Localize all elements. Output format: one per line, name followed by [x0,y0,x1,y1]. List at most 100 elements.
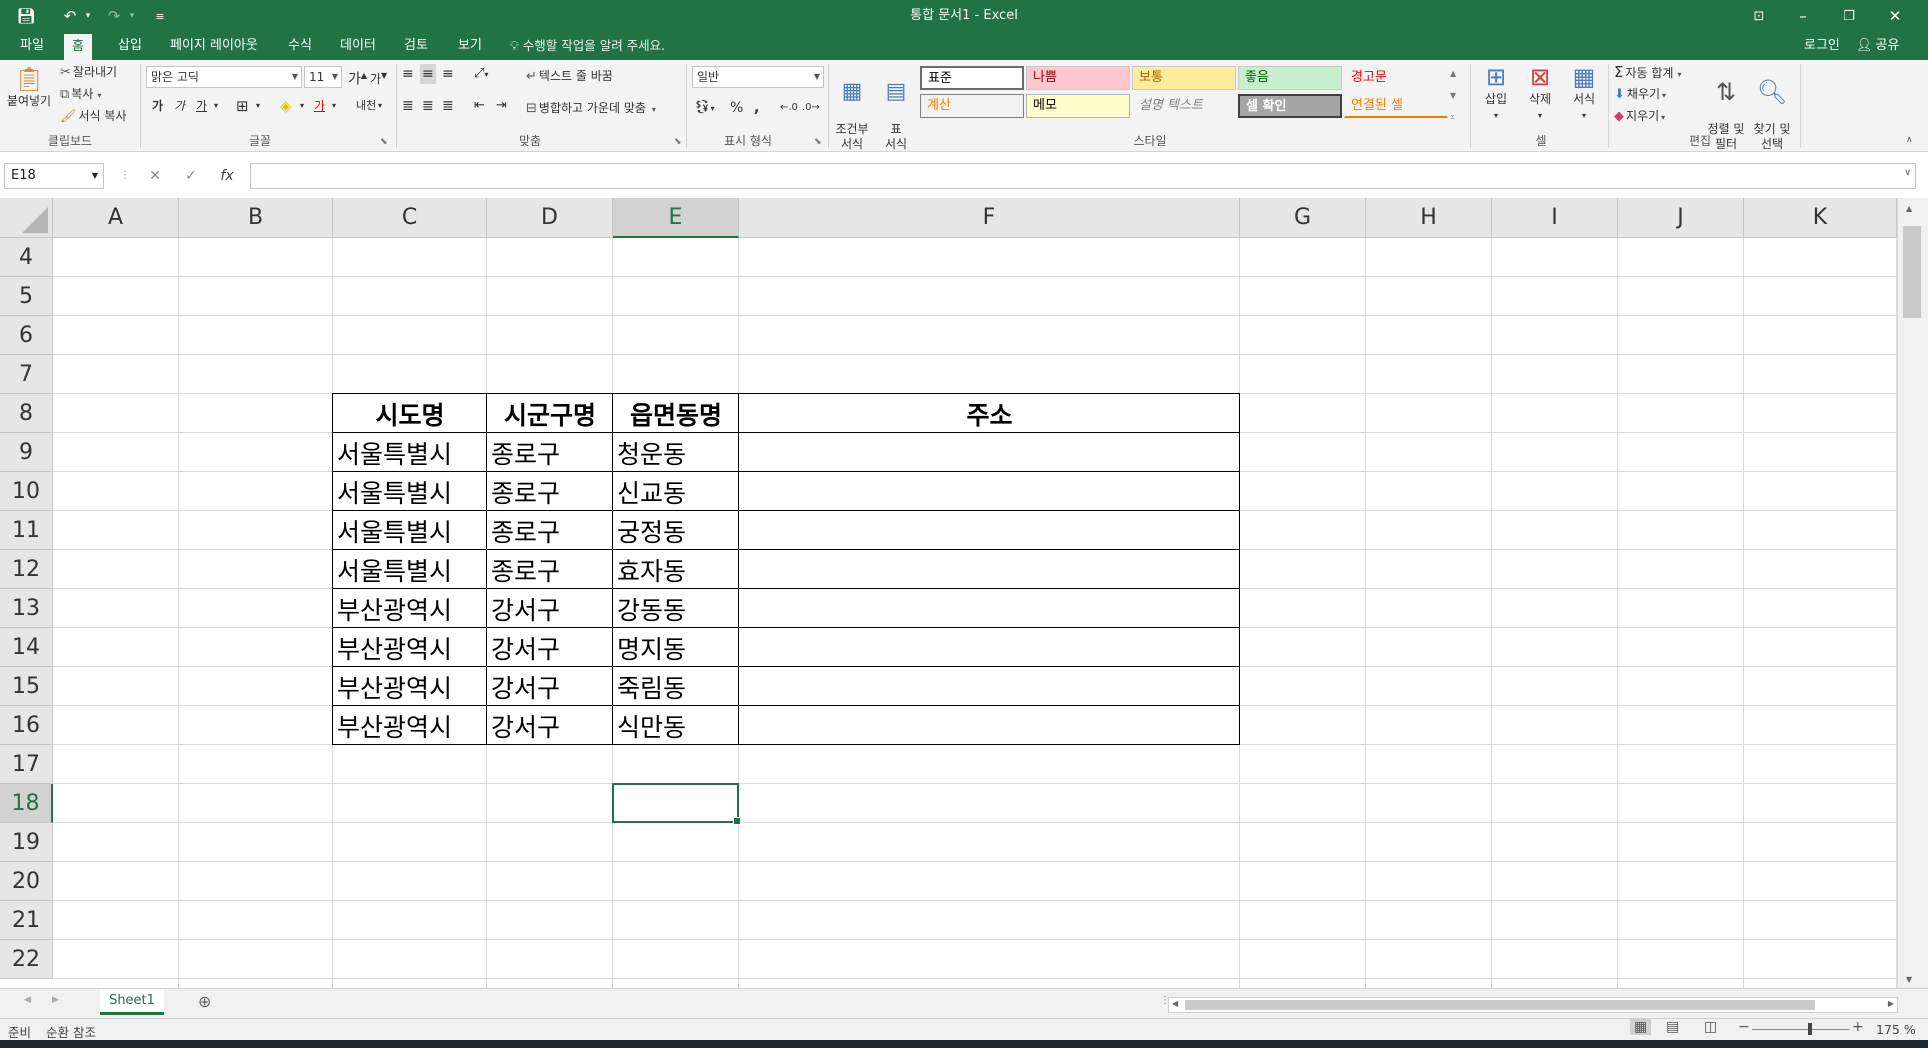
table-cell[interactable]: 종로구 [487,550,613,589]
align-top-icon[interactable]: ≡ [402,64,414,84]
row-header-11[interactable]: 11 [0,511,53,550]
tab-home[interactable]: 홈 [64,34,92,60]
row-header-4[interactable]: 4 [0,238,53,277]
table-header-cell[interactable]: 주소 [739,394,1240,433]
ribbon-display-icon[interactable]: ⊡ [1736,0,1782,32]
table-cell[interactable]: 부산광역시 [333,628,487,667]
column-header-e[interactable]: E [613,198,739,238]
table-cell[interactable]: 명지동 [613,628,739,667]
style-cell[interactable]: 계산 [920,94,1024,118]
underline-button[interactable]: 가 [196,96,207,116]
horizontal-scroll-thumb[interactable] [1185,1000,1815,1010]
dialog-launcher-icon[interactable]: ⬊ [814,132,822,152]
enter-icon[interactable]: ✓ [176,163,206,189]
grow-font-button[interactable]: 가▲ [348,66,367,88]
table-cell[interactable]: 강서구 [487,628,613,667]
autosum-button[interactable]: Σ 자동 합계 ▾ [1614,62,1683,82]
font-size-combo[interactable]: 11 ▼ [304,66,342,88]
table-cell[interactable] [739,550,1240,589]
accounting-icon[interactable]: 💱︎▾ [694,98,715,118]
table-cell[interactable] [739,433,1240,472]
tab-insert[interactable]: 삽입 [110,32,150,60]
row-header-10[interactable]: 10 [0,472,53,511]
paste-button[interactable]: 📋︎ 붙여넣기 [4,64,54,109]
table-cell[interactable] [739,589,1240,628]
table-cell[interactable]: 부산광역시 [333,589,487,628]
table-cell[interactable]: 종로구 [487,511,613,550]
style-cell[interactable]: 보통 [1132,66,1236,90]
close-icon[interactable]: ✕ [1872,0,1918,32]
column-header-j[interactable]: J [1618,198,1744,238]
dialog-launcher-icon[interactable]: ⬊ [380,132,388,152]
formula-input[interactable]: ∨ [250,163,1916,189]
zoom-slider[interactable] [1752,1029,1850,1030]
style-cell[interactable]: 설명 텍스트 [1132,94,1236,118]
tab-review[interactable]: 검토 [396,32,436,60]
table-cell[interactable]: 효자동 [613,550,739,589]
orientation-icon[interactable]: ⤢▾ [474,64,488,84]
tab-page-layout[interactable]: 페이지 레이아웃 [162,32,266,60]
vertical-scrollbar[interactable]: ▲ ▼ [1897,198,1928,988]
fill-button[interactable]: ⬇ 채우기 ▾ [1614,84,1668,104]
scroll-right-icon[interactable]: ▶ [1888,999,1894,1008]
row-header-17[interactable]: 17 [0,745,53,784]
format-cells-button[interactable]: ▦ 서식 ▾ [1564,62,1604,123]
normal-view-icon[interactable]: ▦ [1630,1019,1652,1035]
wrap-text-button[interactable]: ↵ 텍스트 줄 바꿈 [526,66,613,86]
comma-button[interactable]: , [754,98,759,118]
select-all-button[interactable] [0,198,53,238]
redo-dropdown-icon[interactable]: ▾ [118,0,146,32]
decrease-decimal-icon[interactable]: .0→ [802,98,820,118]
chevron-down-icon[interactable]: ▾ [256,96,260,116]
row-header-6[interactable]: 6 [0,316,53,355]
insert-function-icon[interactable]: fx [212,163,242,189]
table-cell[interactable]: 종로구 [487,472,613,511]
row-header-13[interactable]: 13 [0,589,53,628]
table-cell[interactable]: 종로구 [487,433,613,472]
row-header-22[interactable]: 22 [0,940,53,979]
spreadsheet-grid[interactable]: ABCDEFGHIJK 4 5 6 7 8 9 10 11 12 13 14 15 16 17 18 19 20… [0,198,1928,988]
table-cell[interactable]: 부산광역시 [333,706,487,745]
table-header-cell[interactable]: 읍면동명 [613,394,739,433]
table-cell[interactable] [739,706,1240,745]
column-header-b[interactable]: B [179,198,333,238]
table-cell[interactable] [739,472,1240,511]
align-left-icon[interactable]: ≣ [402,96,414,116]
table-header-cell[interactable]: 시군구명 [487,394,613,433]
scroll-down-icon[interactable]: ▼ [1906,975,1912,984]
row-header-8[interactable]: 8 [0,394,53,433]
row-header-20[interactable]: 20 [0,862,53,901]
style-cell[interactable]: 셀 확인 [1238,94,1342,118]
phonetic-button[interactable]: 내천 [356,96,376,116]
table-cell[interactable]: 궁정동 [613,511,739,550]
font-name-combo[interactable]: 맑은 고딕 ▼ [146,66,302,88]
column-header-i[interactable]: I [1492,198,1618,238]
add-sheet-icon[interactable]: ⊕ [198,992,211,1011]
table-cell[interactable]: 서울특별시 [333,433,487,472]
border-icon[interactable]: ⊞ [236,96,249,116]
row-header-5[interactable]: 5 [0,277,53,316]
copy-button[interactable]: ⧉ 복사 ▾ [60,84,103,104]
row-header-15[interactable]: 15 [0,667,53,706]
align-middle-icon[interactable]: ≡ [420,64,436,84]
table-cell[interactable] [739,511,1240,550]
table-cell[interactable]: 강서구 [487,589,613,628]
conditional-format-button[interactable]: ▦ 조건부 서식 [832,62,872,152]
active-cell[interactable] [612,783,741,825]
zoom-out-icon[interactable]: − [1738,1019,1750,1035]
row-header-9[interactable]: 9 [0,433,53,472]
row-header-12[interactable]: 12 [0,550,53,589]
table-cell[interactable]: 강서구 [487,706,613,745]
cancel-icon[interactable]: ✕ [140,163,170,189]
find-select-button[interactable]: 🔍︎ 찾기 및 선택 [1748,62,1796,152]
shrink-font-button[interactable]: 가▼ [370,66,387,86]
row-header-19[interactable]: 19 [0,823,53,862]
increase-decimal-icon[interactable]: ←.0 [780,98,798,118]
more-styles-icon[interactable]: ⩡ [1450,108,1455,128]
format-painter-button[interactable]: 🖌︎ 서식 복사 [60,106,127,126]
zoom-slider-thumb[interactable] [1808,1023,1812,1035]
tab-formulas[interactable]: 수식 [280,32,320,60]
zoom-level[interactable]: 175 % [1876,1022,1916,1037]
align-center-icon[interactable]: ≣ [422,96,434,116]
tab-file[interactable]: 파일 [12,32,52,60]
